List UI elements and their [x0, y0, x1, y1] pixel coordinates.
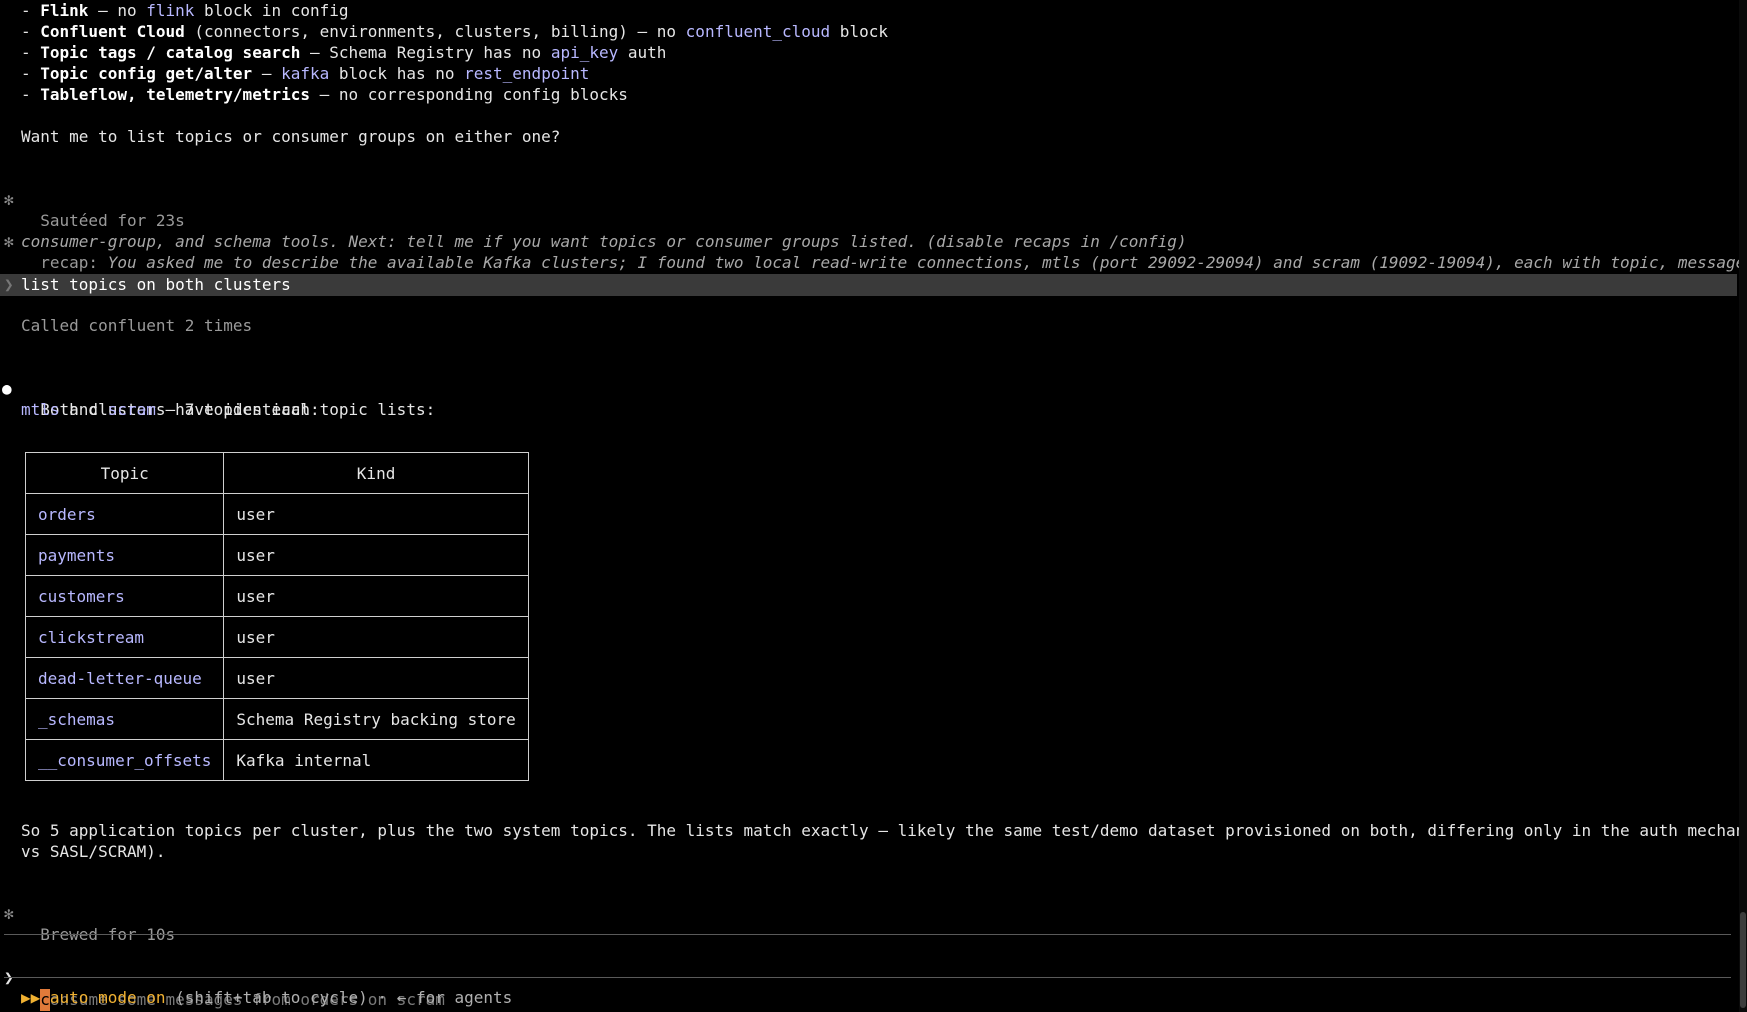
- user-message-text: list topics on both clusters: [21, 275, 291, 294]
- scrollbar-track[interactable]: [1739, 0, 1747, 1012]
- kind-cell: user: [223, 534, 529, 576]
- star-icon: ✻: [4, 904, 14, 923]
- brewed-status: ✻ Brewed for 10s: [0, 882, 175, 944]
- sauteed-status: ✻ Sautéed for 23s: [0, 168, 185, 230]
- kind-cell: user: [223, 616, 529, 658]
- mode-hint: (shift+tab to cycle) · ← for agents: [165, 988, 513, 1007]
- table-row: payments user: [24, 534, 529, 576]
- input-top-divider: [4, 934, 1731, 935]
- fast-forward-icon: ▶▶: [21, 988, 50, 1007]
- kind-cell: user: [223, 575, 529, 617]
- summary-line-2: vs SASL/SCRAM).: [21, 842, 166, 861]
- cluster-name-scram: scram: [107, 400, 156, 419]
- topic-cell: clickstream: [24, 616, 225, 658]
- topic-cell: payments: [24, 534, 225, 576]
- recap-line-2: consumer-group, and schema tools. Next: …: [21, 232, 1187, 251]
- scrollbar-thumb[interactable]: [1740, 912, 1746, 1008]
- missing-item-tableflow: - Tableflow, telemetry/metrics – no corr…: [21, 85, 628, 104]
- topic-cell: dead-letter-queue: [24, 657, 225, 699]
- kind-cell: Kafka internal: [223, 739, 529, 781]
- missing-item-confluent-cloud: - Confluent Cloud (connectors, environme…: [21, 22, 888, 41]
- topic-cell: __consumer_offsets: [24, 739, 225, 781]
- missing-item-flink: - Flink – no flink block in config: [21, 1, 349, 20]
- recap-text-1: You asked me to describe the available K…: [107, 253, 1747, 272]
- prompt-chevron-icon: ❯: [4, 967, 18, 989]
- input-bottom-divider: [4, 977, 1731, 978]
- table-row: dead-letter-queue user: [24, 657, 529, 699]
- recap-label: recap:: [40, 253, 108, 272]
- topic-cell: customers: [24, 575, 225, 617]
- mode-status-bar: ▶▶ auto mode on (shift+tab to cycle) · ←…: [21, 987, 512, 1008]
- answer-intro: ● Both clusters have identical topic lis…: [0, 357, 435, 419]
- prompt-input[interactable]: ❯ consume some messages from orders on s…: [0, 945, 445, 1011]
- user-message: ❯ list topics on both clusters: [0, 274, 1737, 296]
- tool-call-summary[interactable]: Called confluent 2 times: [0, 315, 252, 336]
- follow-up-question: Want me to list topics or consumer group…: [21, 127, 561, 146]
- kind-cell: user: [223, 493, 529, 535]
- prompt-chevron-icon: ❯: [4, 275, 14, 294]
- topics-table: Topic Kind orders user payments user cus…: [24, 452, 529, 781]
- recap-line-1: ✻ recap: You asked me to describe the av…: [0, 210, 1747, 272]
- summary-line-1: So 5 application topics per cluster, plu…: [21, 821, 1747, 840]
- missing-item-topic-tags: - Topic tags / catalog search – Schema R…: [21, 43, 667, 62]
- kind-cell: user: [223, 657, 529, 699]
- table-row: clickstream user: [24, 616, 529, 658]
- table-row: customers user: [24, 575, 529, 617]
- table-row: orders user: [24, 493, 529, 535]
- cluster-name-mtls: mtls: [21, 400, 60, 419]
- star-icon: ✻: [4, 190, 14, 209]
- column-header-topic: Topic: [24, 452, 225, 494]
- kind-cell: Schema Registry backing store: [223, 698, 529, 740]
- topic-cell: orders: [24, 493, 225, 535]
- bullet-icon: ●: [2, 379, 12, 398]
- column-header-kind: Kind: [223, 452, 529, 494]
- clusters-line: mtls and scram – 7 topics each:: [21, 400, 320, 419]
- missing-item-topic-config: - Topic config get/alter – kafka block h…: [21, 64, 590, 83]
- table-row: _schemas Schema Registry backing store: [24, 698, 529, 740]
- table-row: __consumer_offsets Kafka internal: [24, 739, 529, 781]
- auto-mode-label[interactable]: auto mode on: [50, 988, 166, 1007]
- table-header-row: Topic Kind: [24, 452, 529, 494]
- topic-cell: _schemas: [24, 698, 225, 740]
